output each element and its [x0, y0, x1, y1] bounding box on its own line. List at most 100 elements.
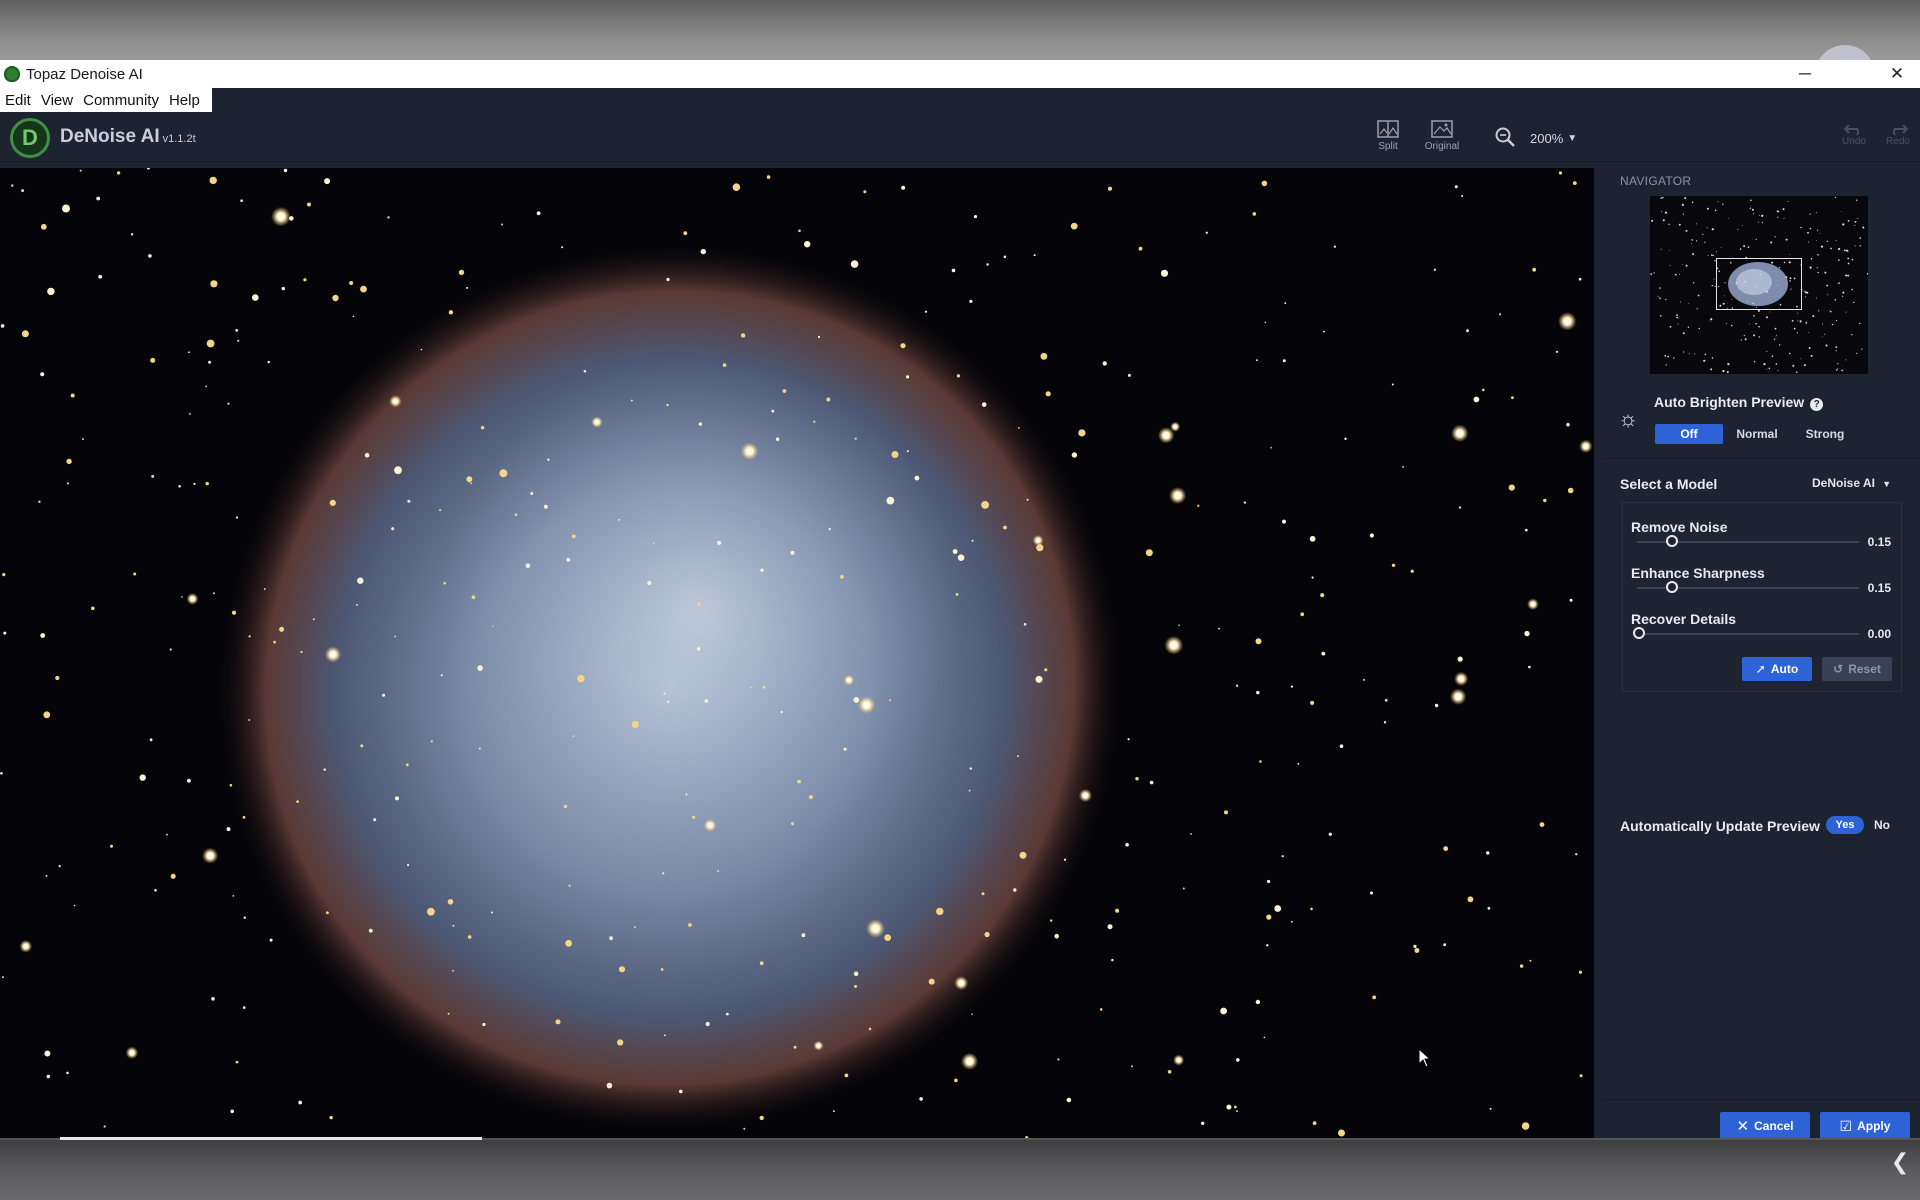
star: [1040, 352, 1048, 360]
star: [281, 286, 285, 291]
star: [1391, 383, 1394, 386]
star: [955, 593, 959, 596]
star: [1566, 423, 1570, 427]
star: [1281, 855, 1284, 858]
navigator-star: [1698, 327, 1701, 330]
star: [884, 934, 892, 941]
navigator-title: NAVIGATOR: [1620, 174, 1692, 188]
brighten-strong-option[interactable]: Strong: [1791, 424, 1859, 444]
navigator-thumbnail[interactable]: [1650, 196, 1868, 374]
star: [1026, 498, 1029, 501]
star: [750, 686, 753, 689]
star: [188, 351, 190, 354]
star: [130, 233, 134, 236]
help-icon[interactable]: ?: [1810, 398, 1824, 411]
star: [91, 606, 95, 611]
star: [1263, 1036, 1266, 1039]
zoom-out-icon[interactable]: [1494, 126, 1516, 148]
star: [252, 294, 259, 301]
star: [1135, 777, 1139, 781]
navigator-star: [1841, 369, 1844, 372]
brighten-normal-option[interactable]: Normal: [1723, 424, 1791, 444]
star: [1018, 427, 1020, 429]
star: [499, 469, 508, 478]
star: [1201, 1121, 1205, 1125]
star: [667, 700, 670, 703]
star: [826, 397, 831, 402]
navigator-star: [1817, 229, 1819, 231]
star: [1467, 896, 1474, 903]
navigator-star: [1669, 265, 1671, 267]
auto-update-yes[interactable]: Yes: [1826, 816, 1864, 834]
navigator-star: [1727, 363, 1730, 366]
chevron-left-icon[interactable]: ❮: [1888, 1150, 1912, 1174]
star: [332, 294, 339, 302]
remove-noise-thumb[interactable]: [1666, 535, 1679, 547]
star: [1372, 995, 1377, 1000]
star: [1434, 703, 1439, 708]
star: [986, 263, 989, 266]
split-view-button[interactable]: Split: [1366, 120, 1410, 158]
navigator-star: [1757, 221, 1759, 223]
star: [1032, 534, 1044, 546]
original-view-button[interactable]: Original: [1420, 120, 1464, 158]
menu-view[interactable]: View: [36, 92, 78, 109]
navigator-star: [1787, 201, 1789, 202]
undo-button[interactable]: Undo: [1834, 122, 1874, 160]
navigator-star: [1722, 203, 1724, 205]
star: [1167, 1070, 1172, 1074]
enhance-sharpness-thumb[interactable]: [1666, 581, 1679, 593]
apply-button[interactable]: ☑ Apply: [1820, 1112, 1910, 1140]
navigator-star: [1727, 218, 1729, 219]
star: [840, 575, 844, 579]
navigator-star: [1809, 266, 1812, 269]
star: [561, 246, 564, 249]
navigator-star: [1692, 282, 1695, 284]
maximize-button[interactable]: [1828, 60, 1874, 88]
navigator-star: [1807, 231, 1809, 234]
cancel-button[interactable]: ✕ Cancel: [1720, 1112, 1810, 1140]
menu-edit[interactable]: Edit: [0, 92, 36, 109]
star: [452, 924, 455, 927]
star: [1578, 970, 1582, 974]
reset-button[interactable]: ↺ Reset: [1822, 657, 1892, 681]
star: [1261, 180, 1268, 187]
zoom-level-select[interactable]: 200% ▼: [1530, 127, 1590, 149]
navigator-star: [1854, 225, 1856, 226]
navigator-star: [1845, 274, 1848, 277]
recover-details-thumb[interactable]: [1633, 627, 1645, 639]
model-select-dropdown[interactable]: DeNoise AI ▼: [1812, 476, 1891, 490]
navigator-star: [1782, 208, 1785, 211]
star: [443, 581, 446, 585]
star: [853, 697, 860, 703]
navigator-viewport-box[interactable]: [1716, 258, 1802, 310]
navigator-star: [1660, 248, 1662, 250]
close-button[interactable]: ✕: [1874, 60, 1920, 88]
star: [170, 873, 176, 879]
menu-community[interactable]: Community: [78, 92, 164, 109]
star: [703, 818, 717, 832]
auto-update-no[interactable]: No: [1874, 818, 1890, 832]
star: [1311, 576, 1314, 579]
star: [1138, 246, 1143, 251]
navigator-star: [1854, 245, 1856, 247]
navigator-star: [1803, 364, 1806, 367]
navigator-star: [1692, 253, 1695, 256]
auto-button[interactable]: ➚ Auto: [1742, 657, 1812, 681]
navigator-star: [1808, 241, 1809, 243]
redo-button[interactable]: Redo: [1878, 122, 1918, 160]
star: [1454, 671, 1469, 686]
minimize-button[interactable]: ─: [1782, 60, 1828, 88]
star: [1256, 359, 1258, 362]
star: [571, 534, 576, 539]
star: [1310, 700, 1315, 705]
star: [210, 280, 218, 288]
star: [1057, 1058, 1060, 1061]
star: [1297, 762, 1300, 765]
recover-details-track[interactable]: [1637, 633, 1859, 635]
navigator-star: [1673, 357, 1675, 359]
star: [919, 1097, 923, 1101]
image-preview-canvas[interactable]: [0, 168, 1594, 1138]
brighten-off-option[interactable]: Off: [1655, 424, 1723, 444]
menu-help[interactable]: Help: [164, 92, 205, 109]
